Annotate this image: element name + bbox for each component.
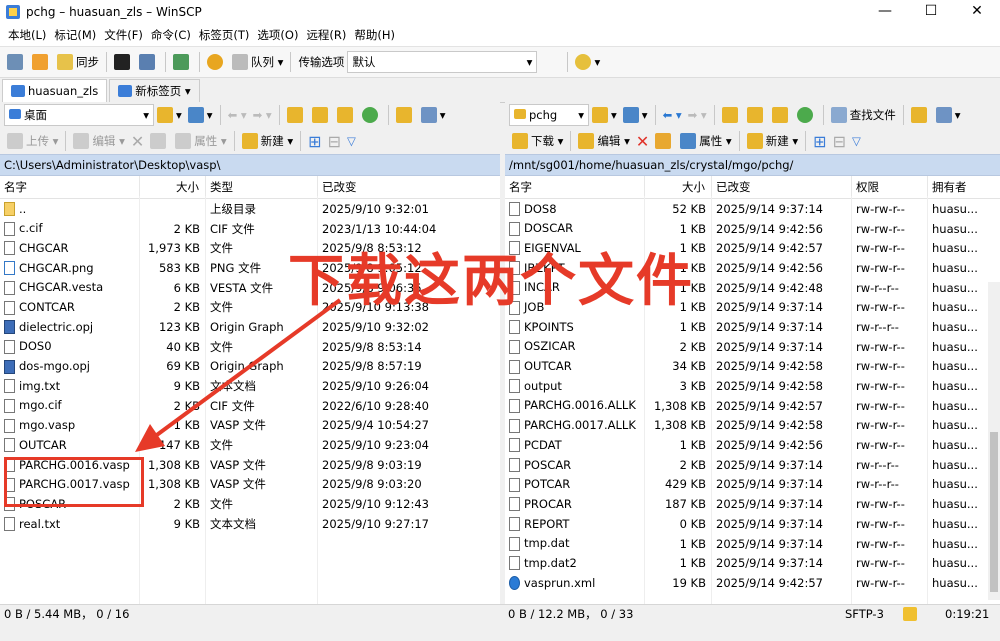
annotation-arrow-icon [135, 298, 342, 452]
